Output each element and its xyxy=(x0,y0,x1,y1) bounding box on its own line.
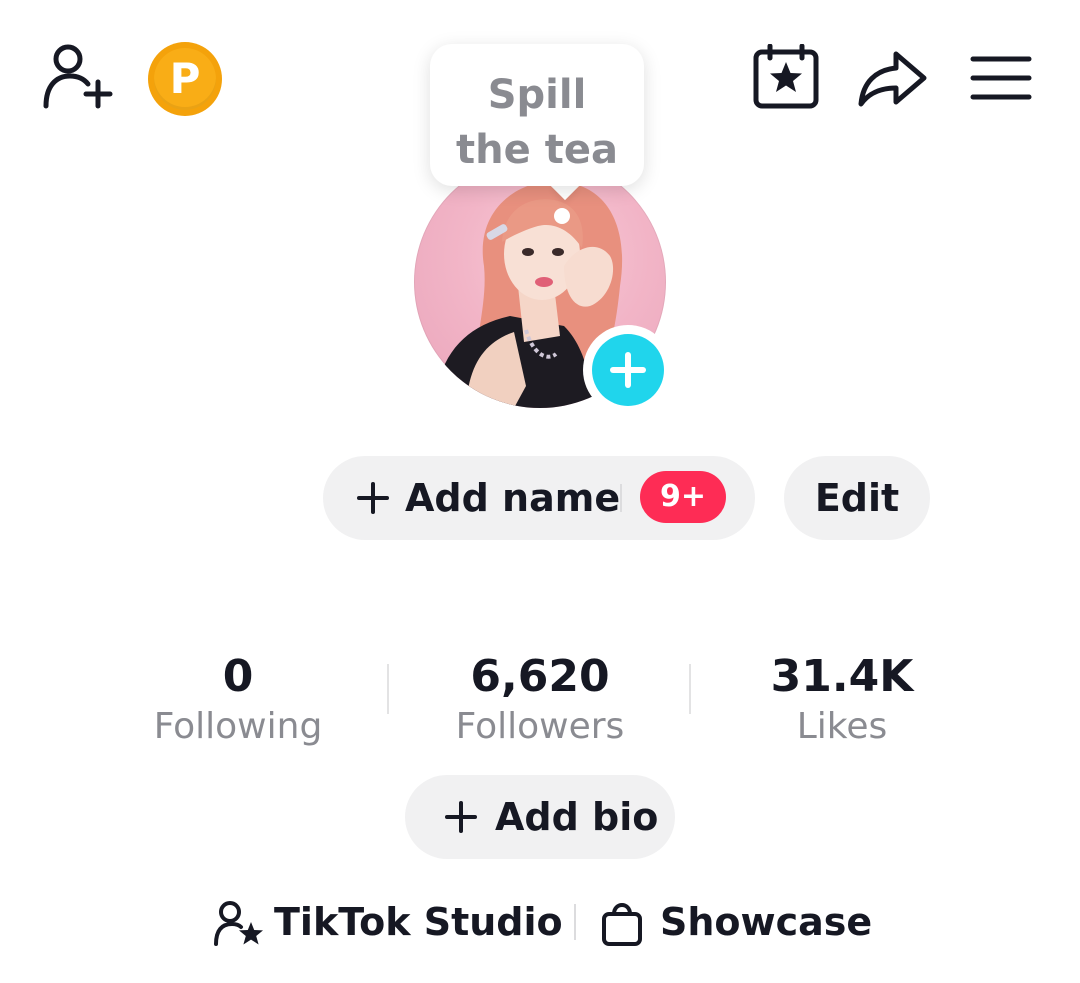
edit-label: Edit xyxy=(814,476,900,520)
add-name-label: Add name xyxy=(405,476,621,520)
menu-button[interactable] xyxy=(970,54,1032,102)
pill-divider xyxy=(620,484,622,512)
avatar-indicator-dot xyxy=(554,208,570,224)
add-bio-button[interactable]: Add bio xyxy=(405,775,675,859)
calendar-star-icon xyxy=(753,44,819,109)
plus-icon xyxy=(610,352,646,388)
coin-icon[interactable]: P xyxy=(148,42,222,116)
tooltip-bubble[interactable]: Spill the tea xyxy=(430,44,644,186)
showcase-label: Showcase xyxy=(660,900,873,944)
share-arrow-icon xyxy=(858,51,927,107)
edit-profile-button[interactable]: Edit xyxy=(784,456,930,540)
coin-letter: P xyxy=(169,54,201,103)
tooltip-text: Spill the tea xyxy=(456,72,618,173)
tiktok-studio-label: TikTok Studio xyxy=(274,900,563,944)
stat-following[interactable]: 0 Following xyxy=(108,652,368,752)
person-star-icon xyxy=(214,901,263,946)
stat-divider xyxy=(689,664,691,714)
person-add-icon xyxy=(43,44,113,109)
plus-icon xyxy=(357,482,389,514)
followers-count: 6,620 xyxy=(470,651,610,702)
share-button[interactable] xyxy=(856,48,930,110)
links-divider xyxy=(574,904,576,940)
shopping-bag-icon xyxy=(602,903,642,946)
tiktok-studio-link[interactable]: TikTok Studio xyxy=(212,890,563,954)
following-count: 0 xyxy=(222,651,254,702)
showcase-link[interactable]: Showcase xyxy=(600,890,873,954)
plus-icon xyxy=(445,801,477,833)
add-avatar-button[interactable] xyxy=(583,325,673,415)
add-bio-label: Add bio xyxy=(495,795,659,839)
stat-followers[interactable]: 6,620 Followers xyxy=(410,652,670,752)
hamburger-menu-icon xyxy=(970,56,1032,100)
notification-badge: 9+ xyxy=(640,471,726,523)
followers-label: Followers xyxy=(455,706,625,747)
stat-divider xyxy=(387,664,389,714)
likes-label: Likes xyxy=(796,706,888,747)
add-name-button[interactable]: Add name 9+ xyxy=(323,456,755,540)
following-label: Following xyxy=(153,706,323,747)
add-friend-button[interactable] xyxy=(40,42,116,112)
calendar-button[interactable] xyxy=(752,44,820,110)
likes-count: 31.4K xyxy=(770,651,914,702)
stat-likes[interactable]: 31.4K Likes xyxy=(712,652,972,752)
